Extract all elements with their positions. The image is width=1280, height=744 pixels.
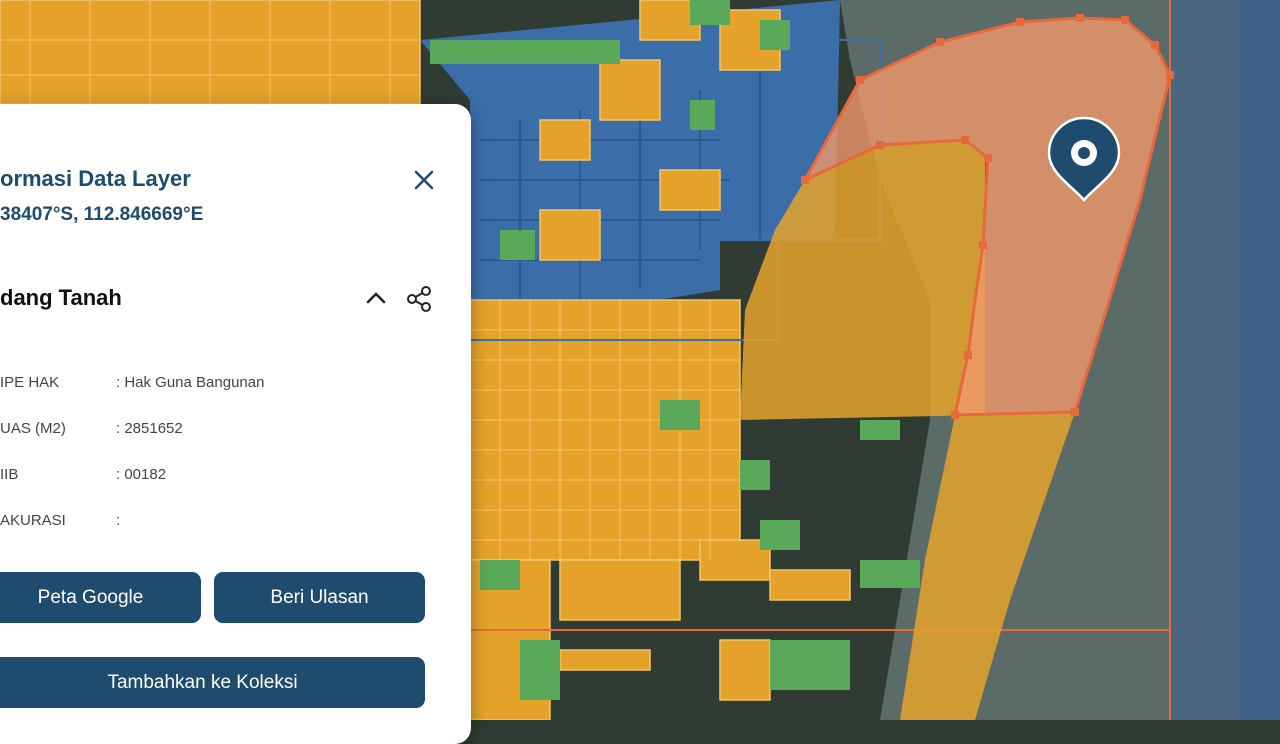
review-button[interactable]: Beri Ulasan <box>214 572 425 623</box>
field-label: IIB <box>0 466 19 483</box>
share-icon <box>407 286 431 312</box>
share-button[interactable] <box>404 284 434 314</box>
info-panel: ormasi Data Layer 38407°S, 112.846669°E … <box>0 104 471 744</box>
field-value: : <box>116 512 121 529</box>
field-label: UAS (M2) <box>0 420 66 437</box>
collapse-button[interactable] <box>362 284 390 312</box>
add-to-collection-button[interactable]: Tambahkan ke Koleksi <box>0 657 425 708</box>
field-value: : Hak Guna Bangunan <box>116 374 265 391</box>
panel-title: ormasi Data Layer <box>0 166 191 191</box>
info-panel-content: ormasi Data Layer 38407°S, 112.846669°E … <box>0 104 471 744</box>
close-button[interactable] <box>410 166 438 194</box>
panel-coordinates: 38407°S, 112.846669°E <box>0 204 204 225</box>
map-deep-sea <box>1240 0 1280 720</box>
section-title: dang Tanah <box>0 285 122 310</box>
field-label: IPE HAK <box>0 374 60 391</box>
close-icon <box>414 170 434 190</box>
google-maps-button[interactable]: Peta Google <box>0 572 201 623</box>
field-label: AKURASI <box>0 512 66 529</box>
chevron-up-icon <box>366 292 386 304</box>
field-value: : 00182 <box>116 466 167 483</box>
field-value: : 2851652 <box>116 420 183 437</box>
